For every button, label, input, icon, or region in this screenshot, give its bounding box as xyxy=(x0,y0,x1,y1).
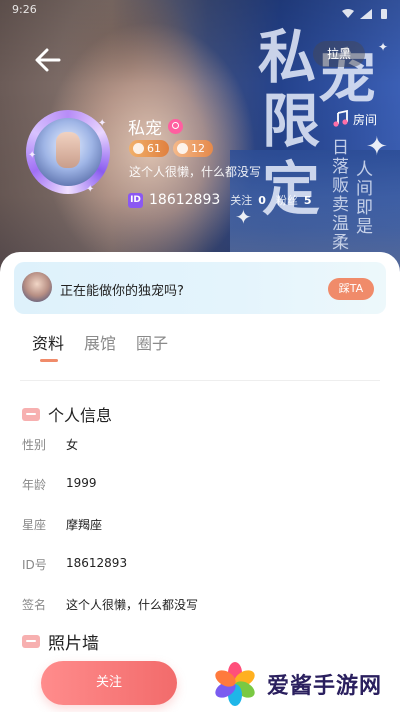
id-stats-line: ID 18612893 关注 0 粉丝 5 xyxy=(128,192,312,208)
info-value: 摩羯座 xyxy=(66,518,103,532)
fans-label: 粉丝 xyxy=(275,194,298,207)
sparkle-icon: ✦ xyxy=(86,184,95,195)
status-bar: 9:26 xyxy=(0,0,400,22)
pinwheel-logo-icon xyxy=(211,660,259,708)
follow-label: 关注 xyxy=(230,194,253,207)
tab-gallery[interactable]: 展馆 xyxy=(84,330,116,362)
poster-char: 定 xyxy=(262,155,321,223)
exclusive-banner[interactable]: 正在能做你的独宠吗? 踩TA xyxy=(14,262,386,314)
poster-subtext: 人间即是 xyxy=(352,160,372,236)
user-id: 18612893 xyxy=(149,192,221,208)
personal-info-title: 个人信息 xyxy=(22,402,112,426)
music-note-icon xyxy=(333,110,348,127)
sparkle-icon: ✦ xyxy=(98,118,107,129)
signature-text: 这个人很懒，什么都没写 xyxy=(129,165,262,179)
card-icon xyxy=(22,407,40,421)
id-icon: ID xyxy=(128,192,143,208)
wifi-icon xyxy=(342,4,354,18)
level-badges: 61 12 xyxy=(129,140,213,157)
wealth-level: 61 xyxy=(147,142,161,155)
fans-count: 5 xyxy=(303,193,312,207)
info-row-gender: 性别 女 xyxy=(22,436,78,453)
wealth-badge: 61 xyxy=(129,140,169,157)
follow-button[interactable]: 关注 xyxy=(41,661,177,705)
info-label: 星座 xyxy=(22,518,47,532)
tab-circle[interactable]: 圈子 xyxy=(136,330,168,362)
info-row-id: ID号 18612893 xyxy=(22,556,127,573)
info-label: 年龄 xyxy=(22,478,47,492)
info-label: 性别 xyxy=(22,438,47,452)
tab-profile[interactable]: 资料 xyxy=(32,330,64,362)
back-button[interactable] xyxy=(32,44,64,76)
profile-tabs: 资料 展馆 圈子 xyxy=(32,330,168,362)
signal-icon xyxy=(360,4,372,19)
avatar-image xyxy=(34,118,102,186)
info-value: 女 xyxy=(66,438,79,452)
sparkle-icon: ✦ xyxy=(366,132,388,162)
info-label: 签名 xyxy=(22,598,47,612)
room-label: 房间 xyxy=(353,112,378,127)
female-icon xyxy=(168,119,183,134)
step-ta-button[interactable]: 踩TA xyxy=(328,278,374,300)
info-row-constellation: 星座 摩羯座 xyxy=(22,516,102,533)
status-icons xyxy=(342,4,390,19)
banner-text: 正在能做你的独宠吗? xyxy=(60,284,184,299)
charm-badge: 12 xyxy=(173,140,213,157)
info-row-signature: 签名 这个人很懒，什么都没写 xyxy=(22,596,198,613)
card-icon xyxy=(22,635,40,648)
poster-char: 限 xyxy=(262,87,321,155)
photo-wall-title: 照片墙 xyxy=(22,629,99,654)
divider xyxy=(20,380,380,381)
avatar[interactable]: ✦ ✦ ✦ xyxy=(26,110,110,195)
poster-char: 私 xyxy=(258,23,317,91)
follow-count: 0 xyxy=(258,193,266,207)
arrow-left-icon xyxy=(35,48,61,72)
charm-level: 12 xyxy=(191,142,205,155)
profile-card: 正在能做你的独宠吗? 踩TA 资料 展馆 圈子 个人信息 性别 女 年龄 199… xyxy=(0,252,400,712)
section-title-text: 照片墙 xyxy=(48,634,99,654)
star-icon xyxy=(177,143,188,154)
info-label: ID号 xyxy=(22,558,47,572)
watermark: 爱酱手游网 xyxy=(205,655,400,712)
battery-icon xyxy=(378,4,390,19)
section-title-text: 个人信息 xyxy=(48,406,113,425)
info-value: 18612893 xyxy=(66,556,128,570)
block-button[interactable]: 拉黑 xyxy=(313,41,365,67)
watermark-text: 爱酱手游网 xyxy=(267,673,383,699)
info-row-age: 年龄 1999 xyxy=(22,476,97,493)
banner-avatar xyxy=(22,272,52,302)
info-value: 这个人很懒，什么都没写 xyxy=(66,598,199,612)
sparkle-icon: ✦ xyxy=(378,40,389,54)
heart-icon xyxy=(133,143,144,154)
info-value: 1999 xyxy=(66,476,97,490)
sparkle-icon: ✦ xyxy=(28,150,37,161)
nickname: 私宠 xyxy=(128,114,183,139)
status-time: 9:26 xyxy=(12,3,37,16)
poster-subtext: 日落贩卖温柔 xyxy=(328,138,348,252)
nickname-text: 私宠 xyxy=(128,119,162,139)
sparkle-icon: ✦ xyxy=(235,205,252,229)
room-button[interactable]: 房间 xyxy=(332,110,377,128)
